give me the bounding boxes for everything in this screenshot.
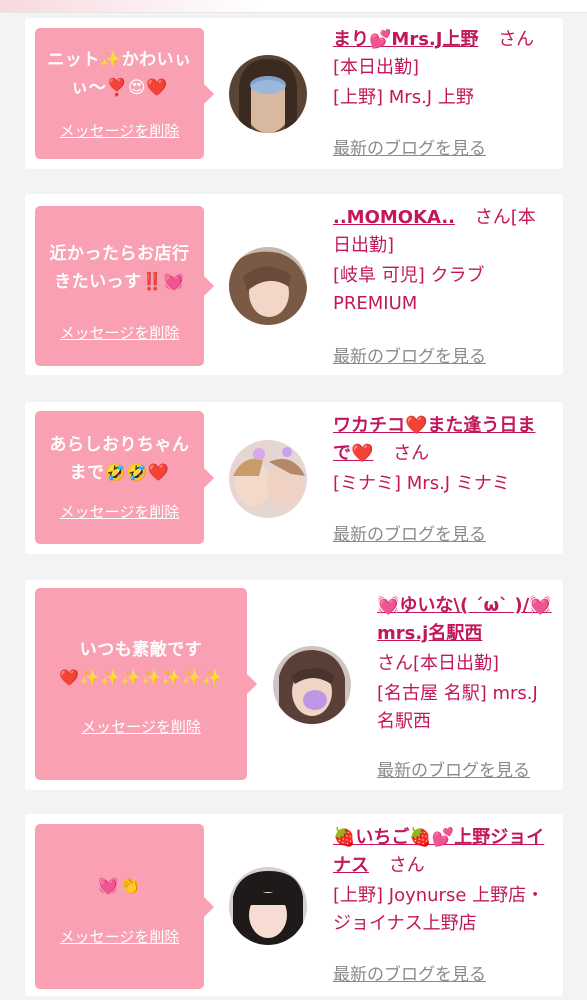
- latest-blog-link[interactable]: 最新のブログを見る: [333, 342, 486, 367]
- shop-name: [ミナミ] Mrs.J ミナミ: [333, 473, 510, 494]
- message-card: いつも素敵です ❤️✨✨✨✨✨✨✨ メッセージを削除 💓ゆいな\( ´ω` )/…: [25, 580, 563, 790]
- member-info: まり💕Mrs.J上野 さん[本日出勤] [上野] Mrs.J 上野: [333, 26, 551, 112]
- avatar[interactable]: [229, 867, 307, 945]
- member-suffix: さん: [388, 855, 425, 876]
- delete-message-link[interactable]: メッセージを削除: [35, 926, 204, 947]
- member-name-link[interactable]: 💓ゆいな\( ´ω` )/💓mrs.j名駅西: [377, 595, 552, 644]
- message-text: 近かったらお店行 きたいっす‼️💓: [35, 240, 204, 296]
- member-name-link[interactable]: ..MOMOKA..: [333, 207, 455, 228]
- message-card: ニット✨かわいぃ ぃ〜❣️😍❤️ メッセージを削除 まり💕Mrs.J上野 さん[…: [25, 18, 563, 169]
- member-info: 💓ゆいな\( ´ω` )/💓mrs.j名駅西 さん[本日出勤] [名古屋 名駅]…: [377, 592, 553, 736]
- message-card: あらしおりちゃん まで🤣🤣❤️ メッセージを削除 ワカチコ❤️また逢う日まで❤️…: [25, 402, 563, 554]
- member-suffix: さん[本日出勤]: [377, 653, 500, 674]
- shop-name: [岐阜 可児] クラブPREMIUM: [333, 265, 485, 314]
- avatar[interactable]: [229, 55, 307, 133]
- member-info: 🍓いちご🍓💕上野ジョイナス さん [上野] Joynurse 上野店・ジョイナス…: [333, 824, 551, 938]
- avatar[interactable]: [273, 646, 351, 724]
- message-text: いつも素敵です ❤️✨✨✨✨✨✨✨: [35, 636, 247, 692]
- message-line: まで🤣🤣❤️: [69, 463, 170, 483]
- delete-message-link[interactable]: メッセージを削除: [35, 716, 247, 737]
- latest-blog-link[interactable]: 最新のブログを見る: [333, 520, 486, 545]
- message-card: 💓👏 メッセージを削除 🍓いちご🍓💕上野ジョイナス さん [上野] Joynur…: [25, 814, 563, 996]
- message-card: 近かったらお店行 きたいっす‼️💓 メッセージを削除 ..MOMOKA.. さん…: [25, 194, 563, 375]
- message-bubble: いつも素敵です ❤️✨✨✨✨✨✨✨ メッセージを削除: [35, 588, 257, 780]
- message-bubble: 近かったらお店行 きたいっす‼️💓 メッセージを削除: [35, 206, 214, 366]
- avatar[interactable]: [229, 247, 307, 325]
- message-line: いつも素敵です: [79, 640, 203, 660]
- message-bubble: あらしおりちゃん まで🤣🤣❤️ メッセージを削除: [35, 411, 214, 544]
- latest-blog-link[interactable]: 最新のブログを見る: [333, 960, 486, 985]
- latest-blog-link[interactable]: 最新のブログを見る: [377, 756, 530, 781]
- top-bar: [0, 0, 587, 13]
- message-line: ニット✨かわいぃ: [47, 50, 192, 70]
- delete-message-link[interactable]: メッセージを削除: [35, 322, 204, 343]
- shop-name: [上野] Mrs.J 上野: [333, 87, 474, 108]
- member-name-link[interactable]: まり💕Mrs.J上野: [333, 29, 478, 50]
- message-line: ❤️✨✨✨✨✨✨✨: [59, 668, 223, 687]
- message-line: ぃ〜❣️😍❤️: [71, 78, 168, 98]
- avatar[interactable]: [229, 440, 307, 518]
- member-info: ワカチコ❤️また逢う日まで❤️ さん [ミナミ] Mrs.J ミナミ: [333, 412, 551, 498]
- message-line: あらしおりちゃん: [49, 435, 190, 455]
- member-name-link[interactable]: ワカチコ❤️また逢う日まで❤️: [333, 415, 535, 464]
- latest-blog-link[interactable]: 最新のブログを見る: [333, 134, 486, 159]
- delete-message-link[interactable]: メッセージを削除: [35, 120, 204, 141]
- message-text: あらしおりちゃん まで🤣🤣❤️: [35, 431, 204, 487]
- member-name-link[interactable]: 🍓いちご🍓💕上野ジョイナス: [333, 827, 544, 876]
- message-bubble: ニット✨かわいぃ ぃ〜❣️😍❤️ メッセージを削除: [35, 28, 214, 159]
- message-line: きたいっす‼️💓: [54, 272, 185, 292]
- message-text: 💓👏: [35, 872, 204, 900]
- message-text: ニット✨かわいぃ ぃ〜❣️😍❤️: [35, 46, 204, 102]
- shop-name: [上野] Joynurse 上野店・ジョイナス上野店: [333, 885, 545, 934]
- delete-message-link[interactable]: メッセージを削除: [35, 501, 204, 522]
- message-bubble: 💓👏 メッセージを削除: [35, 824, 214, 989]
- member-suffix: さん: [393, 443, 430, 464]
- message-line: 💓👏: [97, 876, 142, 896]
- message-line: 近かったらお店行: [49, 244, 190, 264]
- shop-name: [名古屋 名駅] mrs.J 名駅西: [377, 683, 538, 732]
- member-info: ..MOMOKA.. さん[本日出勤] [岐阜 可児] クラブPREMIUM: [333, 204, 551, 318]
